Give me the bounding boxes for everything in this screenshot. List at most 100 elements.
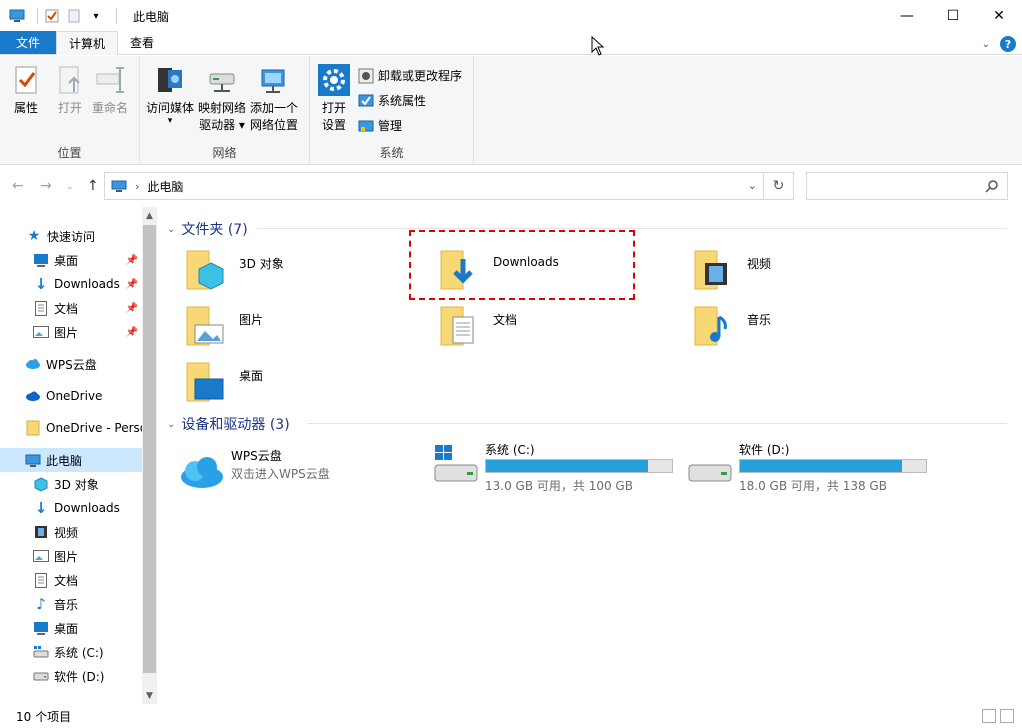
folder-music[interactable]: 音乐 bbox=[691, 303, 931, 359]
pin-icon[interactable]: 📌 bbox=[126, 279, 138, 290]
sidebar-item-drive-d[interactable]: 软件 (D:) bbox=[0, 664, 142, 688]
sidebar-item-downloads[interactable]: ↓ Downloads 📌 bbox=[0, 272, 142, 296]
sidebar-item-quick-access[interactable]: ★ 快速访问 bbox=[0, 224, 142, 248]
uninstall-button[interactable]: 卸载或更改程序 bbox=[358, 67, 462, 84]
drive-d-usage-bar bbox=[739, 459, 927, 473]
scroll-down-arrow-icon[interactable]: ▼ bbox=[142, 687, 157, 704]
recent-locations-chevron-icon[interactable]: ⌄ bbox=[66, 182, 74, 192]
folder-icon bbox=[25, 420, 41, 436]
section-divider bbox=[257, 228, 1007, 229]
network-location-icon bbox=[261, 69, 285, 93]
open-settings-button[interactable]: 打开 设置 bbox=[318, 64, 350, 134]
tab-computer[interactable]: 计算机 bbox=[56, 31, 119, 55]
pin-icon[interactable]: 📌 bbox=[126, 255, 138, 266]
sidebar-item-wps-cloud[interactable]: WPS云盘 bbox=[0, 352, 142, 376]
folders-section-title: 文件夹 (7) bbox=[181, 222, 248, 238]
search-icon[interactable] bbox=[985, 179, 999, 193]
large-icons-view-icon[interactable] bbox=[1000, 709, 1014, 723]
rename-button[interactable]: 重命名 bbox=[92, 64, 128, 117]
map-drive-button[interactable]: 映射网络 驱动器 ▾ bbox=[198, 64, 246, 134]
media-icon bbox=[158, 68, 182, 92]
add-network-location-button[interactable]: 添加一个 网络位置 bbox=[250, 64, 298, 134]
sidebar-item-documents-pc[interactable]: 文档 bbox=[0, 568, 142, 592]
sidebar-item-downloads-pc[interactable]: ↓ Downloads bbox=[0, 496, 142, 520]
picture-icon bbox=[33, 324, 49, 340]
sidebar-item-pictures[interactable]: 图片 📌 bbox=[0, 320, 142, 344]
collapse-chevron-icon[interactable]: ⌄ bbox=[167, 419, 175, 430]
manage-button[interactable]: 管理 bbox=[358, 117, 402, 134]
system-properties-button[interactable]: 系统属性 bbox=[358, 92, 426, 109]
sidebar-scrollbar[interactable]: ▲ ▼ bbox=[142, 207, 157, 704]
music-note-icon: ♪ bbox=[36, 595, 46, 613]
sidebar-item-onedrive[interactable]: OneDrive bbox=[0, 384, 142, 408]
sidebar-item-label: 系统 (C:) bbox=[54, 645, 104, 660]
minimize-button[interactable]: — bbox=[884, 0, 930, 32]
sidebar-item-pictures-pc[interactable]: 图片 bbox=[0, 544, 142, 568]
downloads-highlight-annotation bbox=[409, 230, 635, 300]
sidebar-item-desktop[interactable]: 桌面 📌 bbox=[0, 248, 142, 272]
refresh-button[interactable]: ↻ bbox=[764, 172, 794, 200]
sidebar-item-documents[interactable]: 文档 📌 bbox=[0, 296, 142, 320]
mouse-cursor-icon bbox=[591, 36, 605, 56]
new-folder-icon[interactable] bbox=[66, 8, 82, 24]
manage-label: 管理 bbox=[378, 119, 403, 133]
computer-icon bbox=[9, 9, 25, 22]
sidebar-item-desktop-pc[interactable]: 桌面 bbox=[0, 616, 142, 640]
help-icon[interactable]: ? bbox=[1000, 36, 1016, 52]
up-arrow-icon[interactable]: ↑ bbox=[87, 178, 99, 194]
folder-3d-objects[interactable]: 3D 对象 bbox=[183, 247, 423, 303]
sidebar-item-videos[interactable]: 视频 bbox=[0, 520, 142, 544]
drive-d-item[interactable]: 软件 (D:) 18.0 GB 可用，共 138 GB bbox=[687, 441, 937, 497]
chevron-down-icon[interactable]: ▾ bbox=[88, 8, 104, 24]
open-button[interactable]: 打开 bbox=[54, 64, 86, 117]
computer-icon bbox=[25, 452, 41, 468]
devices-section-header[interactable]: ⌄ 设备和驱动器 (3) bbox=[167, 414, 290, 434]
folder-documents[interactable]: 文档 bbox=[437, 303, 677, 359]
folder-desktop[interactable]: 桌面 bbox=[183, 359, 423, 415]
folder-name: 音乐 bbox=[747, 313, 772, 327]
add-network-label-2: 网络位置 bbox=[250, 118, 299, 132]
tab-file[interactable]: 文件 bbox=[0, 31, 57, 54]
chevron-down-icon[interactable]: ⌄ bbox=[982, 39, 990, 50]
search-box[interactable] bbox=[806, 172, 1008, 200]
sidebar-item-label: 软件 (D:) bbox=[54, 669, 105, 684]
pin-icon[interactable]: 📌 bbox=[126, 327, 138, 338]
videos-folder-icon bbox=[694, 250, 727, 290]
3d-objects-folder-icon bbox=[186, 250, 224, 290]
folder-name: 文档 bbox=[493, 313, 518, 327]
collapse-chevron-icon[interactable]: ⌄ bbox=[167, 224, 175, 235]
close-button[interactable]: ✕ bbox=[976, 0, 1022, 32]
chevron-down-icon[interactable]: ⌄ bbox=[748, 179, 757, 192]
drive-c-item[interactable]: 系统 (C:) 13.0 GB 可用，共 100 GB bbox=[433, 441, 683, 497]
tab-view[interactable]: 查看 bbox=[118, 31, 166, 54]
properties-check-icon[interactable] bbox=[44, 8, 60, 24]
folder-videos[interactable]: 视频 bbox=[691, 247, 931, 303]
address-bar[interactable]: › 此电脑 ⌄ bbox=[104, 172, 764, 200]
sidebar-item-label: 桌面 bbox=[54, 621, 79, 636]
folder-name: 视频 bbox=[747, 257, 772, 271]
folders-section-header[interactable]: ⌄ 文件夹 (7) bbox=[167, 219, 248, 239]
forward-arrow-icon[interactable]: → bbox=[40, 178, 52, 194]
back-arrow-icon[interactable]: ← bbox=[12, 178, 24, 194]
sidebar-item-label: Downloads bbox=[54, 277, 120, 291]
sidebar-item-label: 文档 bbox=[54, 573, 79, 588]
sidebar-item-onedrive-personal[interactable]: OneDrive - Personal bbox=[0, 416, 142, 440]
details-view-icon[interactable] bbox=[982, 709, 996, 723]
pin-icon[interactable]: 📌 bbox=[126, 303, 138, 314]
wps-cloud-item[interactable]: WPS云盘 双击进入WPS云盘 bbox=[179, 447, 419, 503]
maximize-button[interactable]: ☐ bbox=[930, 0, 976, 32]
access-media-button[interactable]: 访问媒体 ▾ bbox=[146, 64, 194, 126]
chevron-right-icon[interactable]: › bbox=[135, 180, 139, 193]
sidebar-item-3d-objects[interactable]: 3D 对象 bbox=[0, 472, 142, 496]
drive-icon bbox=[33, 668, 49, 684]
sidebar-item-label: WPS云盘 bbox=[46, 357, 97, 372]
scroll-thumb[interactable] bbox=[143, 225, 156, 673]
ribbon-group-location: 属性 打开 重命名 位置 bbox=[0, 56, 140, 165]
folder-pictures[interactable]: 图片 bbox=[183, 303, 423, 359]
scroll-up-arrow-icon[interactable]: ▲ bbox=[142, 207, 157, 224]
sidebar-item-drive-c[interactable]: 系统 (C:) bbox=[0, 640, 142, 664]
properties-button[interactable]: 属性 bbox=[10, 64, 42, 117]
sidebar-item-this-pc[interactable]: 此电脑 bbox=[0, 448, 142, 472]
search-input[interactable] bbox=[813, 173, 983, 199]
sidebar-item-music[interactable]: ♪ 音乐 bbox=[0, 592, 142, 616]
